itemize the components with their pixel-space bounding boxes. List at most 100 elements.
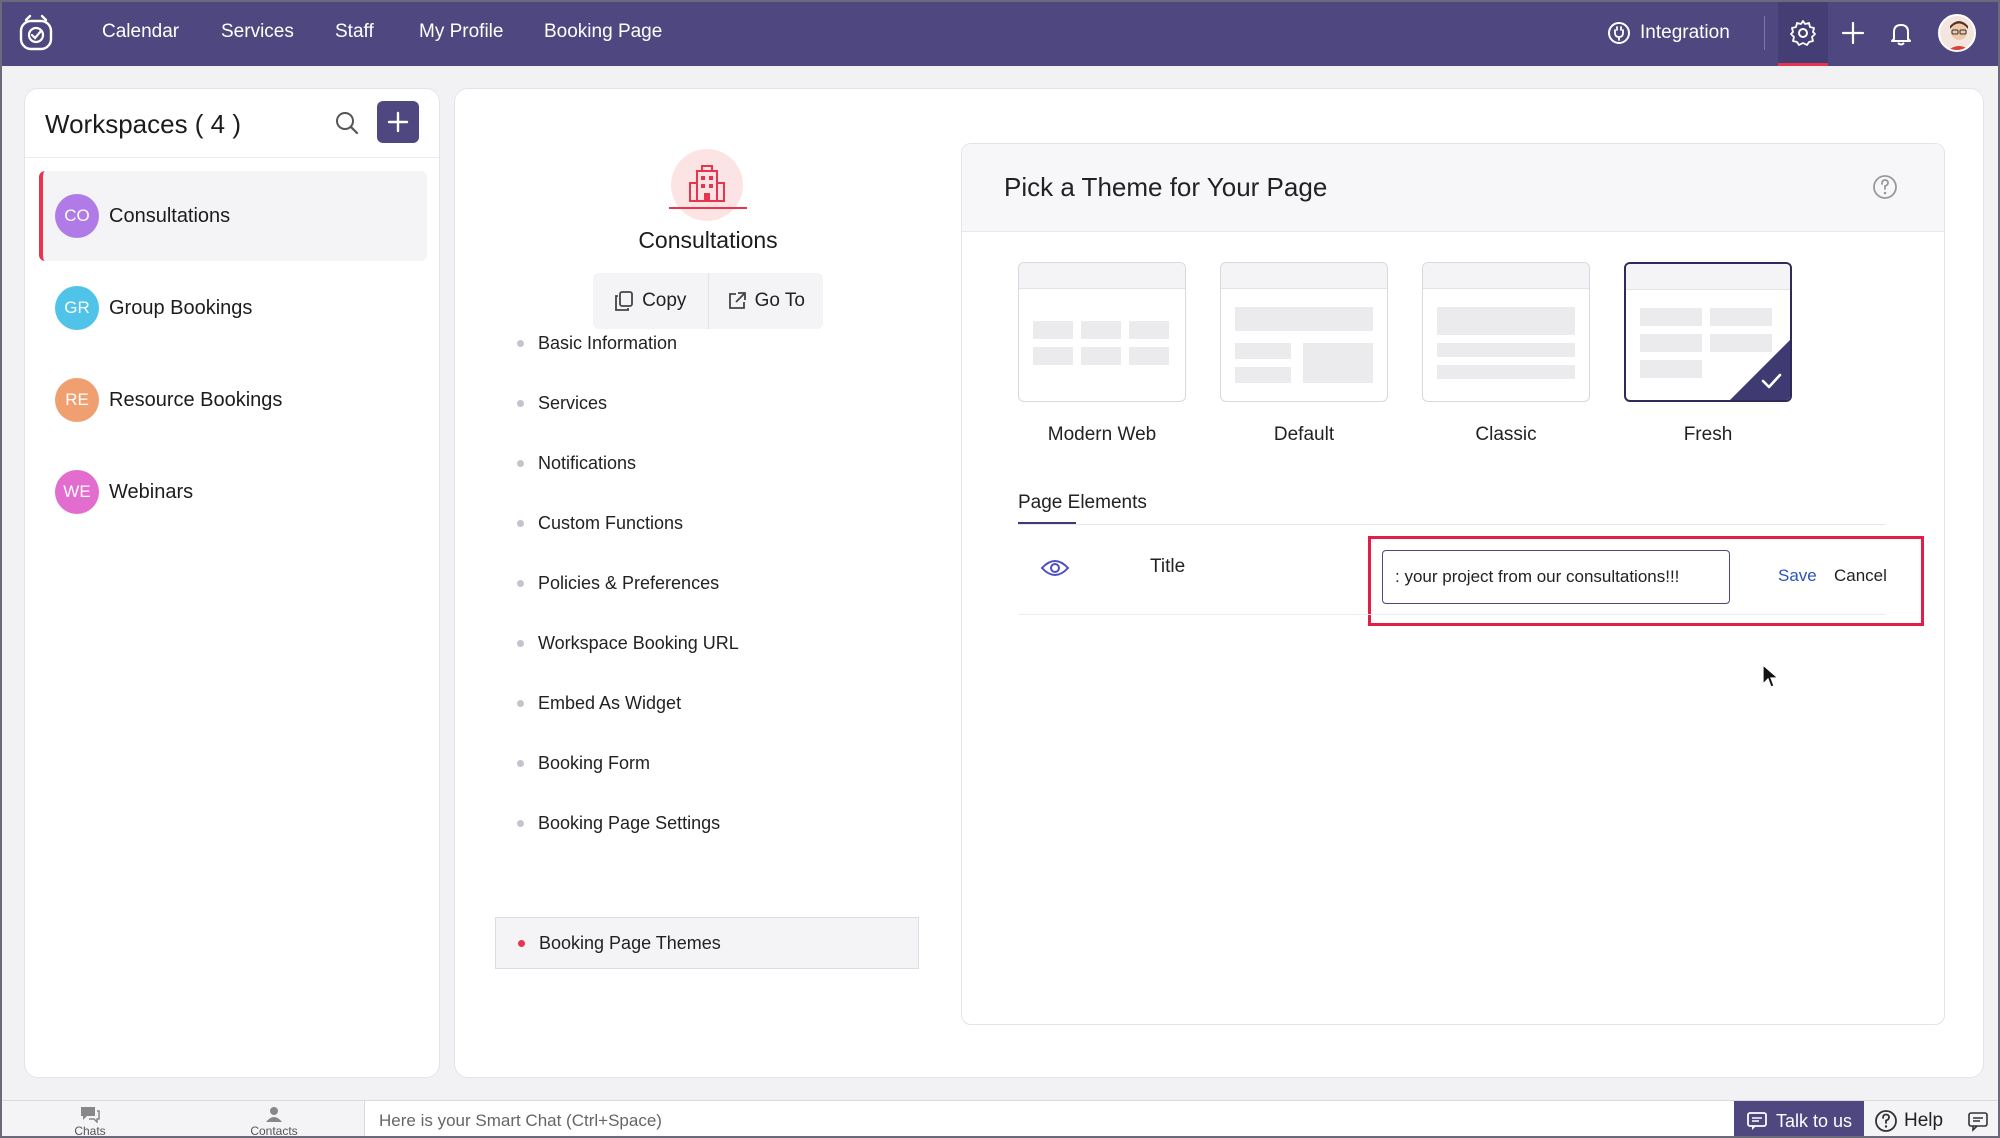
workspace-item-consultations[interactable]: CO Consultations [39,171,427,261]
theme-name-modern-web: Modern Web [1047,424,1157,445]
check-icon [1761,373,1782,389]
nav-calendar[interactable]: Calendar [102,21,179,43]
integration-label: Integration [1640,22,1730,43]
top-nav: Calendar Services Staff My Profile Booki… [2,2,1998,66]
bullet [517,699,524,707]
integration-button[interactable]: Integration [1606,20,1730,46]
workspace-avatar: RE [55,378,99,422]
layout-block [1303,343,1373,383]
contacts-icon [266,1107,282,1122]
card-header-bar [1019,263,1185,289]
app-logo-icon[interactable] [16,14,56,54]
theme-card-fresh[interactable] [1624,262,1792,402]
workspaces-title: Workspaces ( 4 ) [45,109,242,139]
menu-workspace-booking-url[interactable]: Workspace Booking URL [495,617,919,669]
menu-notifications[interactable]: Notifications [495,437,919,489]
copy-label: Copy [642,290,687,311]
feedback-icon[interactable] [1966,1109,1990,1133]
external-link-icon [728,292,746,309]
card-header-bar [1626,264,1790,290]
avatar[interactable] [1938,14,1976,52]
menu-basic-information[interactable]: Basic Information [495,317,919,369]
menu-policies-preferences[interactable]: Policies & Preferences [495,557,919,609]
menu-label: Notifications [538,452,637,473]
card-header-bar [1221,263,1387,289]
save-button[interactable]: Save [1778,566,1817,586]
bullet [517,519,524,527]
title-input[interactable] [1382,550,1730,604]
workspace-item-group-bookings[interactable]: GR Group Bookings [39,263,427,353]
help-label: Help [1904,1110,1944,1131]
search-icon[interactable] [333,109,361,137]
theme-card-modern-web[interactable] [1018,262,1186,402]
divider [1018,614,1886,615]
bullet [517,339,524,347]
smart-chat-input[interactable]: Here is your Smart Chat (Ctrl+Space) [364,1101,1734,1136]
talk-to-us-button[interactable]: Talk to us [1734,1101,1864,1136]
bottom-bar: Chats Contacts Here is your Smart Chat (… [2,1100,1998,1138]
bullet [517,459,524,467]
menu-custom-functions[interactable]: Custom Functions [495,497,919,549]
chats-label: Chats [74,1124,106,1138]
layout-block [1129,321,1169,339]
workspace-settings-panel: Consultations Copy Go To Basic Informati… [454,88,1984,1078]
chats-button[interactable]: Chats [50,1105,130,1138]
mouse-cursor-icon [1762,664,1780,688]
help-icon[interactable] [1872,174,1898,200]
menu-label: Booking Page Settings [538,812,721,833]
talk-label: Talk to us [1775,1110,1853,1131]
eye-icon[interactable] [1040,556,1070,580]
menu-booking-page-themes[interactable]: Booking Page Themes [495,917,919,969]
workspace-label: Resource Bookings [109,388,283,411]
cancel-button[interactable]: Cancel [1834,566,1887,586]
bullet [517,759,524,767]
theme-card-default[interactable] [1220,262,1388,402]
nav-staff[interactable]: Staff [335,21,374,43]
workspace-label: Consultations [109,204,231,227]
menu-label: Custom Functions [538,512,684,533]
layout-block [1437,343,1575,357]
contacts-label: Contacts [250,1124,298,1138]
menu-booking-form[interactable]: Booking Form [495,737,919,789]
layout-block [1710,308,1772,326]
menu-services[interactable]: Services [495,377,919,429]
theme-panel: Pick a Theme for Your Page Modern Web De… [961,143,1945,1025]
nav-booking-page[interactable]: Booking Page [544,21,662,43]
add-workspace-button[interactable] [377,101,419,143]
workspace-label: Group Bookings [109,296,253,319]
nav-my-profile[interactable]: My Profile [419,21,503,43]
card-header-bar [1423,263,1589,289]
bullet [518,939,525,947]
theme-name-classic: Classic [1475,424,1537,445]
layout-block [1235,307,1373,331]
workspace-avatar: CO [55,194,99,238]
menu-label: Booking Form [538,752,651,773]
workspace-label: Webinars [109,480,194,503]
layout-block [1129,347,1169,365]
icon-underline [669,207,747,209]
layout-block [1081,321,1121,339]
bell-icon[interactable] [1886,18,1916,48]
chat-icon [81,1107,100,1123]
layout-block [1437,307,1575,335]
copy-icon [615,291,633,311]
theme-card-classic[interactable] [1422,262,1590,402]
menu-embed-as-widget[interactable]: Embed As Widget [495,677,919,729]
page-elements-tab[interactable]: Page Elements [1018,492,1147,514]
element-title-label: Title [1150,556,1186,577]
menu-booking-page-settings[interactable]: Booking Page Settings [495,797,919,849]
goto-label: Go To [754,290,805,311]
nav-services[interactable]: Services [221,21,294,43]
layout-block [1437,365,1575,379]
gear-icon [1790,20,1816,46]
help-circle-icon [1875,1110,1897,1132]
menu-label: Embed As Widget [538,692,682,713]
contacts-button[interactable]: Contacts [234,1105,314,1138]
help-button[interactable]: Help [1874,1101,1960,1136]
settings-tab[interactable] [1778,2,1828,66]
workspace-item-resource-bookings[interactable]: RE Resource Bookings [39,355,427,445]
layout-block [1081,347,1121,365]
plus-icon[interactable] [1838,18,1868,48]
workspaces-panel: Workspaces ( 4 ) CO Consultations GR Gro… [24,88,440,1078]
workspace-item-webinars[interactable]: WE Webinars [39,447,427,537]
